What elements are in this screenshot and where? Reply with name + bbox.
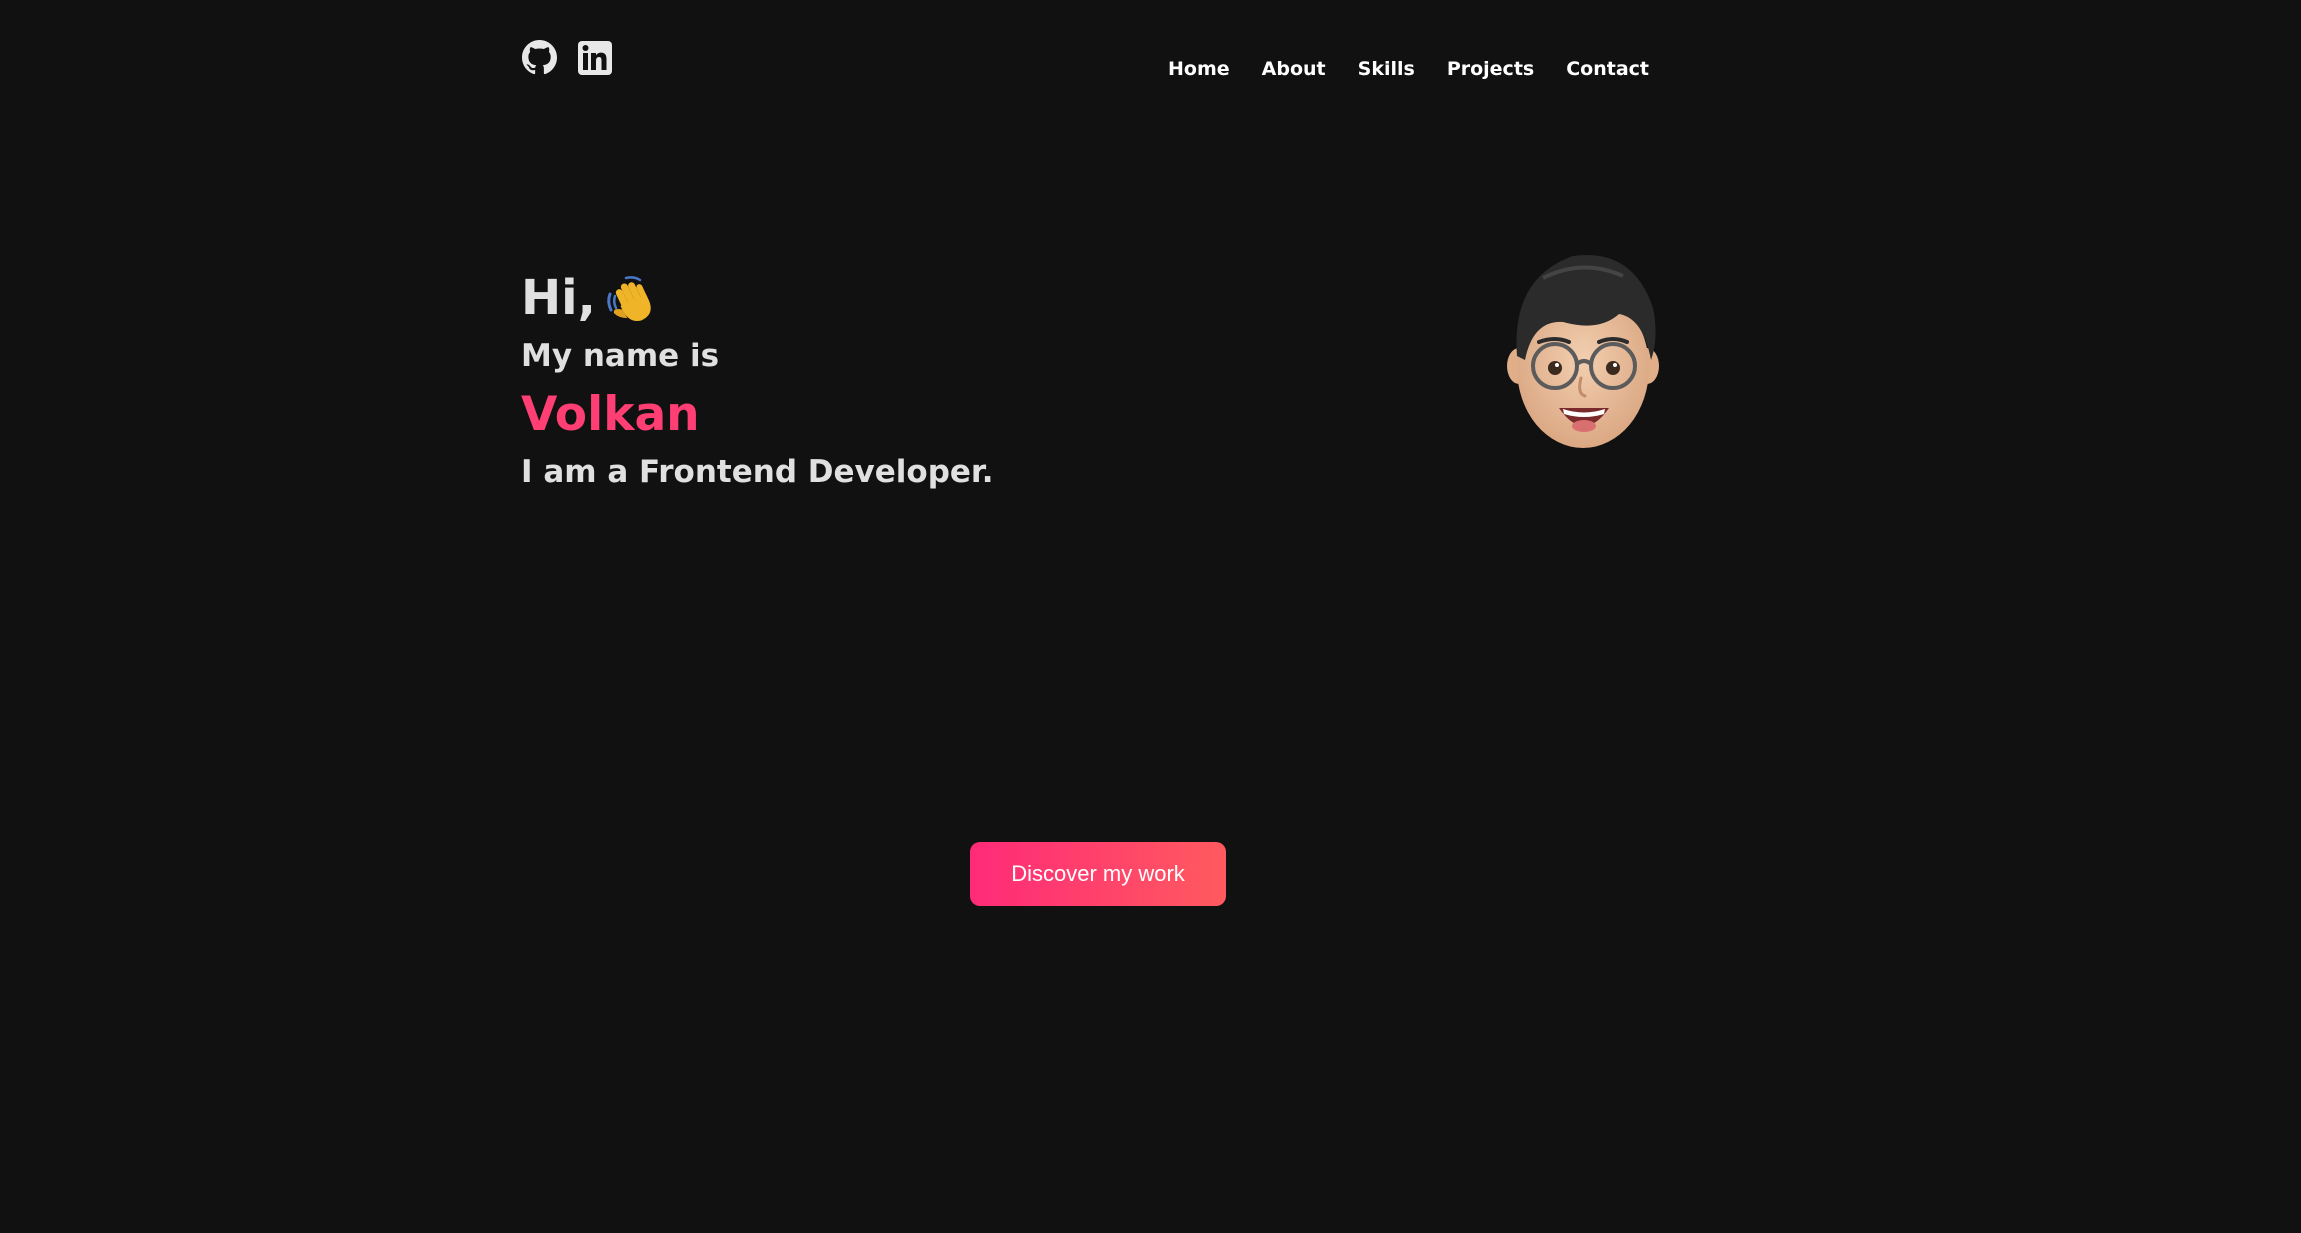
hero-name: Volkan: [521, 387, 700, 442]
memoji-avatar: [1503, 248, 1663, 454]
nav-contact-link[interactable]: Contact: [1566, 59, 1649, 79]
hero-section: Hi, My name is Volkan I am a Frontend De…: [521, 0, 1421, 520]
hero-greeting: Hi,: [521, 272, 656, 324]
nav-projects-link[interactable]: Projects: [1447, 59, 1534, 79]
hero-role: I am a Frontend Developer.: [521, 454, 994, 490]
hero-greeting-text: Hi,: [521, 270, 596, 326]
waving-hand-icon: [604, 274, 656, 326]
hero-intro: My name is: [521, 338, 720, 374]
discover-work-button[interactable]: Discover my work: [970, 842, 1226, 906]
